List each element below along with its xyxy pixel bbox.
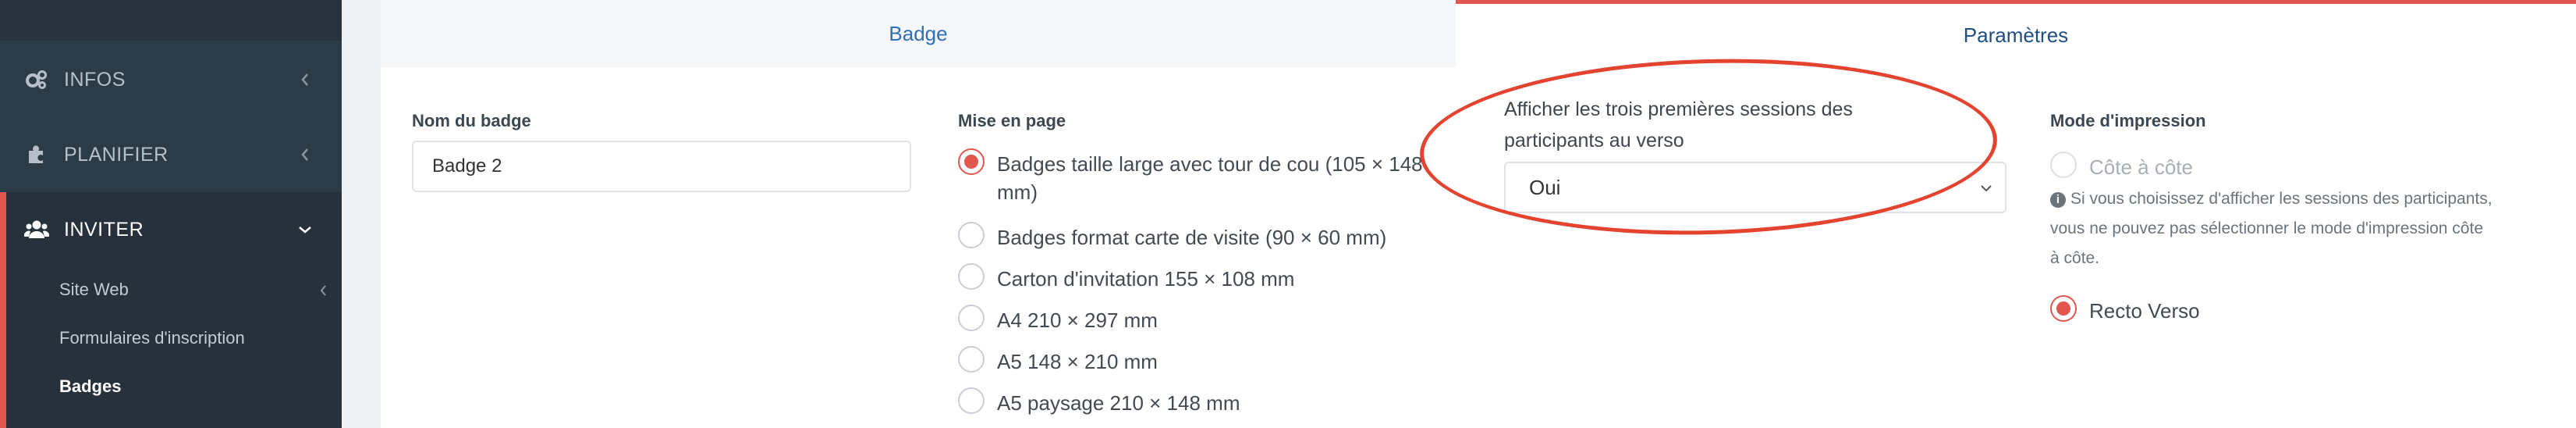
sidebar-item-label: INVITER [64, 218, 144, 241]
help-text: à côte. [2050, 249, 2100, 267]
radio-button[interactable] [958, 305, 985, 331]
chevron-left-icon [315, 283, 331, 298]
main-area: Badge Paramètres Nom du badge Mise en pa… [342, 0, 2576, 428]
radio-button[interactable] [2050, 295, 2077, 322]
layout-option-label: A5 paysage 210 × 148 mm [997, 391, 1240, 415]
chevron-down-icon [1978, 180, 1994, 196]
sessions-select-value: Oui [1529, 175, 1561, 199]
sessions-label-line: Afficher les trois premières sessions de… [1504, 98, 1853, 120]
radio-button[interactable] [958, 148, 985, 175]
layout-option-a5-paysage[interactable]: A5 paysage 210 × 148 mm [958, 387, 1240, 417]
print-mode-help: i Si vous choisissez d'afficher les sessi… [2050, 184, 2576, 273]
gears-icon [23, 68, 50, 91]
sidebar-item-inviter[interactable]: INVITER [0, 192, 342, 428]
settings-card: Badge Paramètres Nom du badge Mise en pa… [381, 0, 2576, 428]
layout-option-a4[interactable]: A4 210 × 297 mm [958, 305, 1158, 334]
layout-option-label: Badges format carte de visite (90 × 60 m… [997, 226, 1387, 249]
radio-button[interactable] [958, 346, 985, 373]
layout-label: Mise en page [958, 111, 1066, 130]
sidebar-subitem-site-web[interactable]: Site Web [59, 280, 129, 300]
print-option-recto-verso[interactable]: Recto Verso [2050, 295, 2200, 325]
layout-option-label: Carton d'invitation 155 × 108 mm [997, 267, 1295, 291]
sidebar-top-bar [0, 0, 342, 41]
sidebar-subitem-formulaires[interactable]: Formulaires d'inscription [59, 328, 245, 348]
users-icon [23, 218, 50, 241]
sidebar-item-infos[interactable]: INFOS [0, 42, 342, 117]
print-option-label: Recto Verso [2089, 299, 2200, 323]
tab-parametres[interactable]: Paramètres [1456, 0, 2576, 67]
radio-button[interactable] [2050, 152, 2077, 178]
chevron-left-icon [296, 71, 314, 88]
sidebar-item-label: INFOS [64, 68, 126, 91]
puzzle-icon [23, 143, 50, 166]
print-mode-label: Mode d'impression [2050, 111, 2206, 130]
badge-name-input[interactable] [412, 141, 911, 192]
sidebar-subitem-badges[interactable]: Badges [59, 376, 121, 397]
info-icon: i [2050, 192, 2066, 208]
radio-button[interactable] [958, 222, 985, 248]
help-text: Si vous choisissez d'afficher les sessio… [2070, 190, 2493, 208]
radio-button[interactable] [958, 387, 985, 414]
help-text: vous ne pouvez pas sélectionner le mode … [2050, 219, 2483, 237]
chevron-down-icon [296, 221, 314, 238]
layout-option-a5[interactable]: A5 148 × 210 mm [958, 346, 1158, 376]
radio-button[interactable] [958, 263, 985, 290]
layout-option-carton[interactable]: Carton d'invitation 155 × 108 mm [958, 263, 1295, 293]
layout-option-carte-visite[interactable]: Badges format carte de visite (90 × 60 m… [958, 222, 1387, 251]
chevron-left-icon [296, 146, 314, 163]
tab-bar: Badge Paramètres [381, 0, 2576, 67]
layout-option-large[interactable]: Badges taille large avec tour de cou (10… [958, 148, 1442, 206]
layout-option-label: mm) [997, 180, 1038, 204]
sidebar: INFOS PLANIFIER INVITER Site Web Formula… [0, 0, 342, 428]
tab-badge[interactable]: Badge [381, 0, 1456, 67]
sessions-label: Afficher les trois premières sessions de… [1504, 94, 1853, 156]
sidebar-item-planifier[interactable]: PLANIFIER [0, 117, 342, 192]
print-option-cote-a-cote[interactable]: Côte à côte [2050, 152, 2193, 181]
badge-name-label: Nom du badge [412, 111, 531, 130]
sidebar-submenu: Site Web Formulaires d'inscription Badge… [6, 267, 342, 428]
sessions-select[interactable]: Oui [1504, 162, 2007, 213]
layout-option-label: A5 148 × 210 mm [997, 350, 1158, 373]
print-option-label: Côte à côte [2089, 155, 2193, 179]
layout-option-label: Badges taille large avec tour de cou (10… [997, 152, 1423, 176]
sidebar-item-label: PLANIFIER [64, 143, 169, 166]
sessions-label-line: participants au verso [1504, 130, 1684, 152]
layout-option-label: A4 210 × 297 mm [997, 309, 1158, 332]
